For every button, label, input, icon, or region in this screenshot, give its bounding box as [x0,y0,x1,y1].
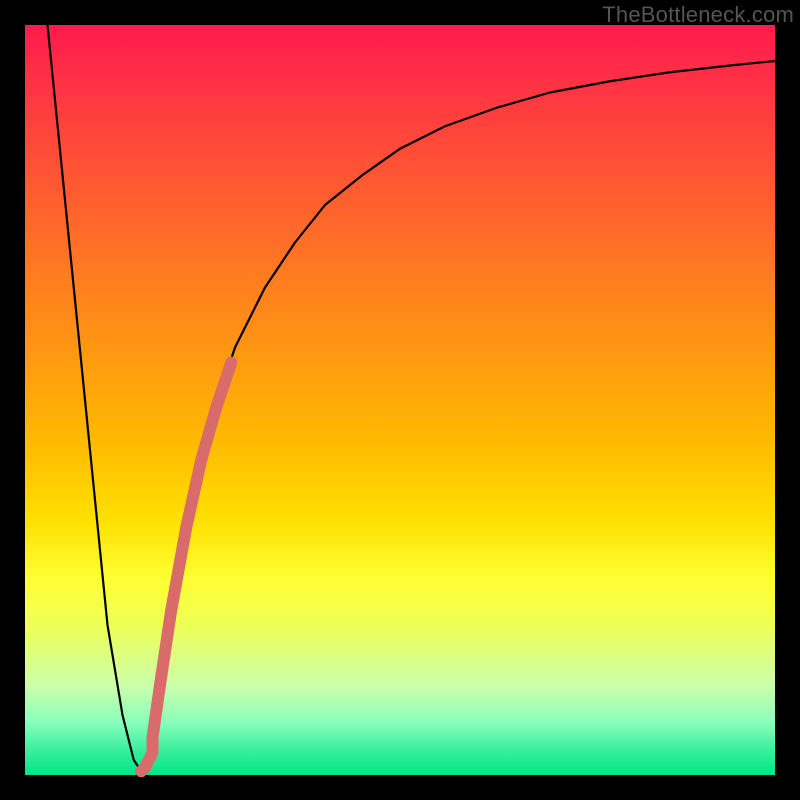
series-container [48,25,776,771]
chart-frame: TheBottleneck.com [0,0,800,800]
series-highlight-segment [141,363,231,772]
chart-svg [25,25,775,775]
plot-area [25,25,775,775]
series-main-curve [48,25,776,771]
